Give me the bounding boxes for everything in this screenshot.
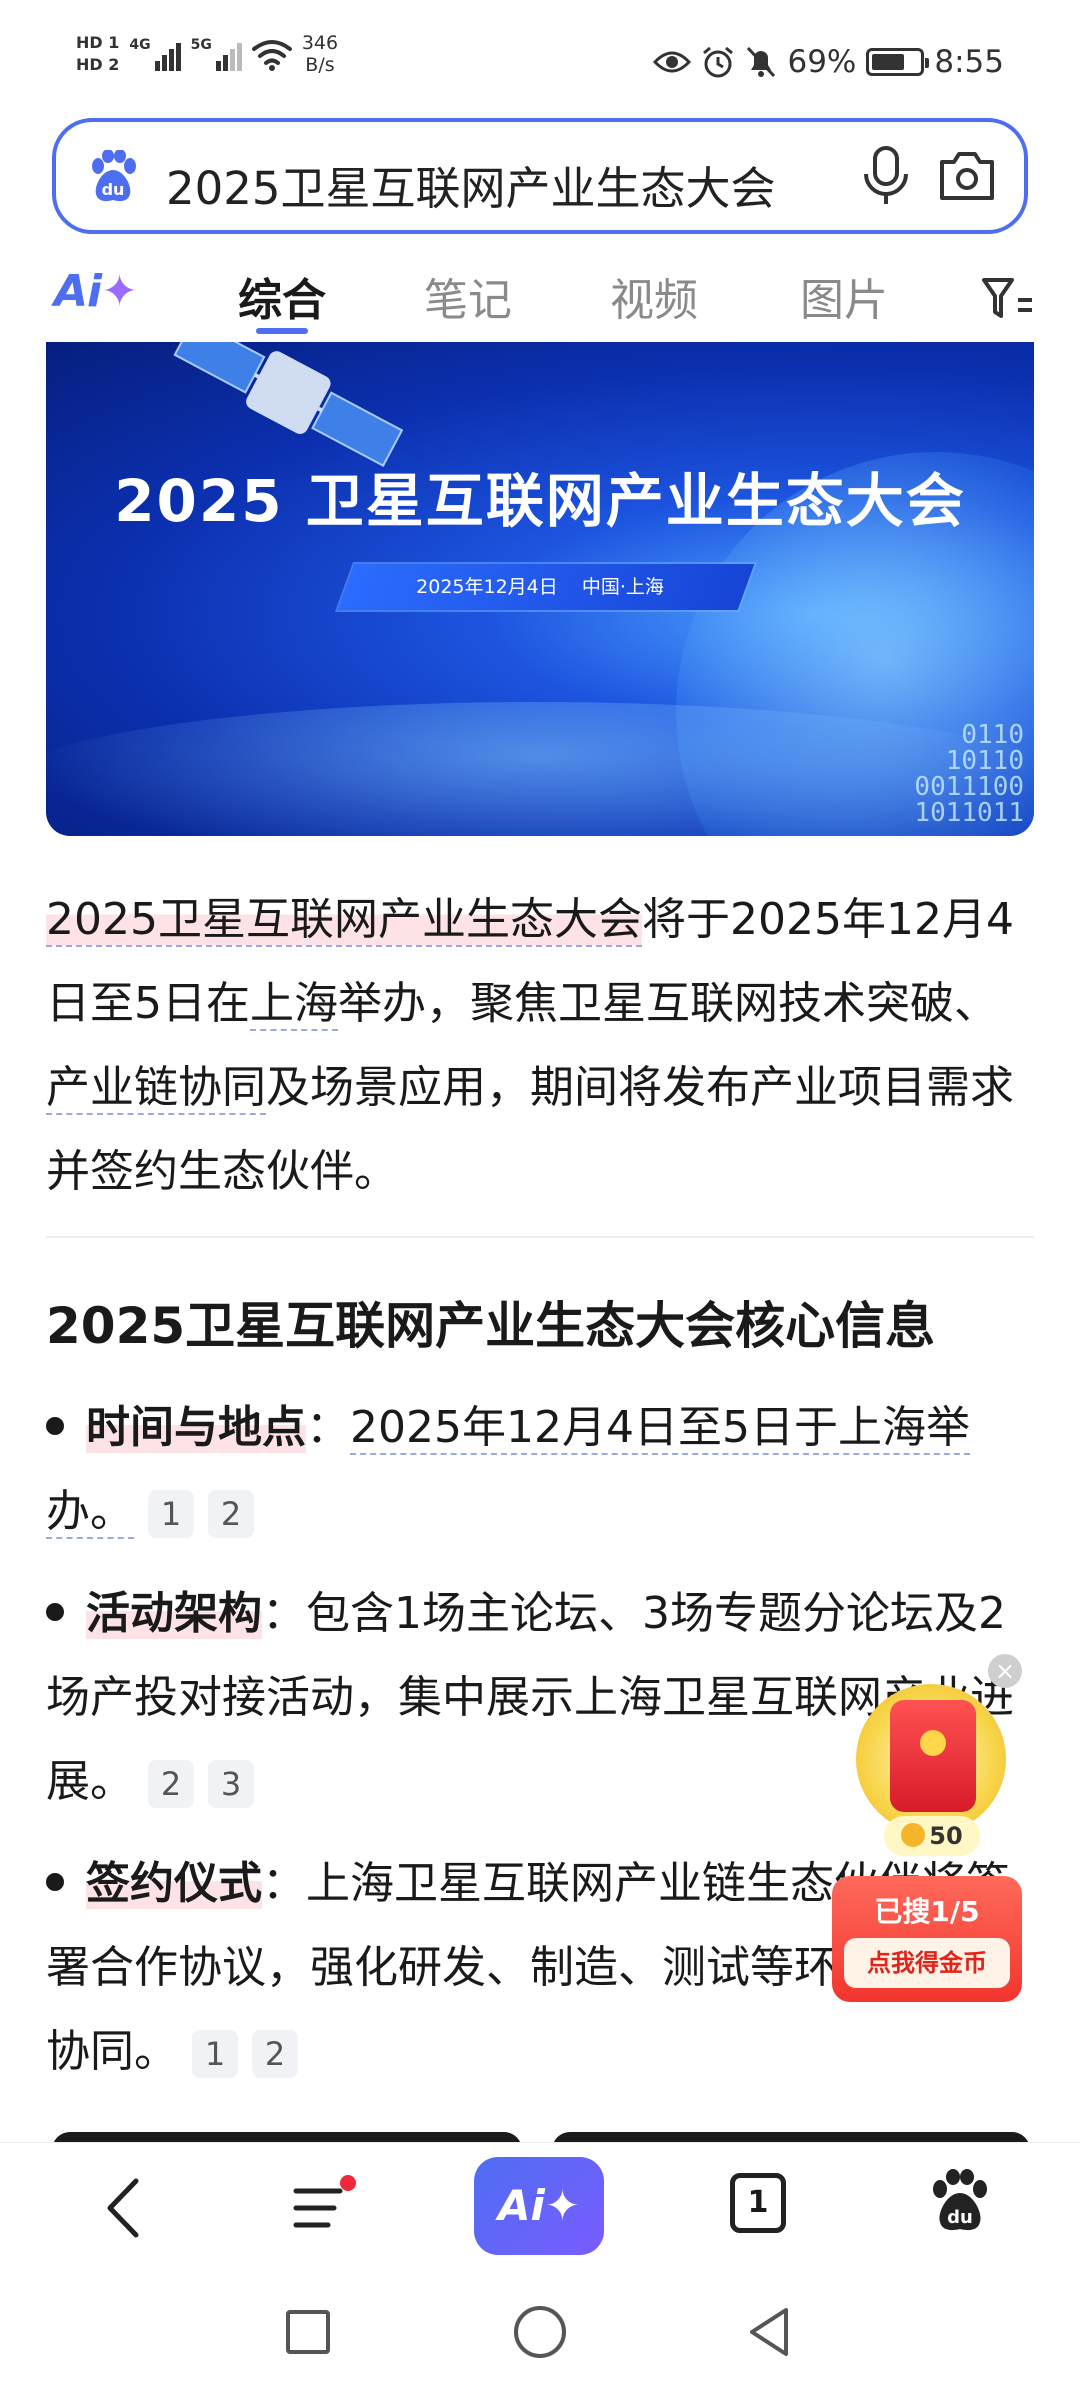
bullet-dot (46, 1873, 64, 1891)
svg-text:du: du (102, 180, 125, 199)
ai-tab-label: Ai (54, 266, 102, 317)
mute-bell-icon (747, 46, 776, 78)
ai-assistant-button[interactable]: Ai✦ (474, 2157, 604, 2255)
summary-title-link[interactable]: 2025卫星互联网产业生态大会 (46, 894, 642, 947)
network-type-4g: 4G (129, 37, 151, 53)
search-query[interactable]: 2025卫星互联网产业生态大会 (166, 152, 776, 217)
clock: 8:55 (934, 44, 1004, 80)
bullet-separator: ： (262, 1858, 306, 1909)
signal-5g-icon: 5G (191, 37, 242, 71)
search-bar[interactable]: du 2025卫星互联网产业生态大会 (52, 118, 1028, 234)
network-type-5g: 5G (190, 37, 212, 53)
bullet-dot (46, 1603, 64, 1621)
eye-icon (653, 51, 692, 73)
citation-badge[interactable]: 3 (208, 1760, 254, 1808)
baidu-paw-icon: du (92, 150, 136, 202)
menu-button[interactable] (288, 2173, 358, 2243)
banner-title: 2025 卫星互联网产业生态大会 (114, 467, 966, 535)
microphone-icon[interactable] (856, 144, 916, 208)
battery-fill (872, 54, 905, 70)
back-nav-icon[interactable] (744, 2304, 794, 2360)
baidu-home-icon[interactable]: du (928, 2169, 992, 2233)
ai-tab[interactable]: Ai✦ (54, 266, 138, 317)
network-speed: 346 B/s (302, 32, 338, 76)
bullet-label: 时间与地点 (86, 1402, 306, 1453)
battery-icon (866, 48, 930, 76)
speed-value: 346 (301, 32, 339, 54)
speed-unit: B/s (305, 54, 335, 76)
close-icon[interactable]: × (988, 1654, 1022, 1688)
battery-percent: 69% (787, 44, 857, 80)
binary-line: 0011100 (914, 772, 1024, 802)
filter-icon[interactable] (982, 276, 1036, 322)
citation-badge[interactable]: 1 (192, 2030, 238, 2078)
link-shanghai[interactable]: 上海 (250, 978, 338, 1031)
wifi-icon (251, 40, 292, 71)
banner-date-location: 2025年12月4日 中国·上海 (46, 572, 1034, 599)
tab-videos[interactable]: 视频 (610, 264, 698, 328)
citation-badge[interactable]: 2 (252, 2030, 298, 2078)
tab-comprehensive[interactable]: 综合 (238, 264, 326, 328)
bullet-dot (46, 1417, 64, 1435)
tab-notes[interactable]: 笔记 (424, 264, 512, 328)
binary-line: 1011011 (914, 798, 1024, 828)
coin-reward-widget[interactable]: × 50 已搜1/5 点我得金币 (832, 1650, 1024, 2010)
status-bar: HD 1 HD 2 4G 5G 346 B/s 69% 8:55 (0, 0, 1080, 112)
citation-badge[interactable]: 2 (208, 1490, 254, 1538)
citation-badge[interactable]: 1 (148, 1490, 194, 1538)
link-industry-chain[interactable]: 产业链协同 (46, 1062, 266, 1115)
bullet-label: 签约仪式 (86, 1858, 262, 1909)
status-left: HD 1 HD 2 4G 5G 346 B/s (76, 32, 338, 76)
ai-summary: 2025卫星互联网产业生态大会将于2025年12月4日至5日在上海举办，聚焦卫星… (46, 878, 1036, 1214)
tab-count-icon[interactable]: 1 (730, 2173, 786, 2233)
browser-bottom-bar: Ai✦ 1 du (0, 2142, 1080, 2272)
system-nav-bar (0, 2272, 1080, 2388)
get-coins-button[interactable]: 点我得金币 (844, 1938, 1010, 1988)
reward-card[interactable]: 已搜1/5 点我得金币 (832, 1876, 1022, 2002)
bullet-separator: ： (306, 1402, 350, 1453)
sparkle-icon: ✦ (101, 266, 138, 317)
hd-indicators: HD 1 HD 2 (76, 34, 119, 74)
event-banner-image[interactable]: 0110 10110 0011100 1011011 2025 卫星互联网产业生… (46, 342, 1034, 836)
search-progress: 已搜1/5 (874, 1895, 980, 1928)
signal-4g-icon: 4G (129, 37, 181, 71)
camera-icon[interactable] (936, 148, 998, 204)
notification-dot (340, 2175, 356, 2191)
home-button[interactable] (514, 2306, 566, 2358)
binary-line: 0110 (961, 720, 1024, 750)
back-icon[interactable] (94, 2173, 154, 2243)
svg-text:du: du (947, 2207, 973, 2228)
bullet-separator: ： (262, 1588, 306, 1639)
banner-date: 2025年12月4日 (416, 576, 558, 598)
tab-images[interactable]: 图片 (800, 264, 888, 328)
binary-decoration: 0110 10110 0011100 1011011 (914, 722, 1024, 826)
section-title: 2025卫星互联网产业生态大会核心信息 (46, 1297, 936, 1355)
coin-value: 50 (929, 1822, 963, 1850)
active-tab-indicator (256, 328, 308, 334)
coin-count: 50 (884, 1816, 980, 1856)
hd1-indicator: HD 1 (76, 33, 120, 52)
list-item: 时间与地点：2025年12月4日至5日于上海举办。 1 2 (46, 1386, 1036, 1554)
citation-badge[interactable]: 2 (148, 1760, 194, 1808)
status-right: 69% 8:55 (653, 44, 1004, 80)
bullet-label: 活动架构 (86, 1588, 262, 1639)
red-envelope-icon (890, 1700, 976, 1812)
screen: HD 1 HD 2 4G 5G 346 B/s 69% 8:55 du 2025… (0, 0, 1080, 2388)
binary-line: 10110 (945, 746, 1024, 776)
hd2-indicator: HD 2 (76, 55, 120, 74)
recents-button[interactable] (286, 2310, 330, 2354)
summary-text: 举办，聚焦卫星互联网技术突破、 (338, 978, 998, 1029)
coin-icon (901, 1823, 926, 1847)
result-tabs: Ai✦ 综合 笔记 视频 图片 (0, 252, 1080, 340)
divider (46, 1236, 1034, 1238)
banner-location: 中国·上海 (581, 576, 664, 598)
wave-graphic (46, 702, 1034, 836)
alarm-icon (703, 46, 734, 78)
